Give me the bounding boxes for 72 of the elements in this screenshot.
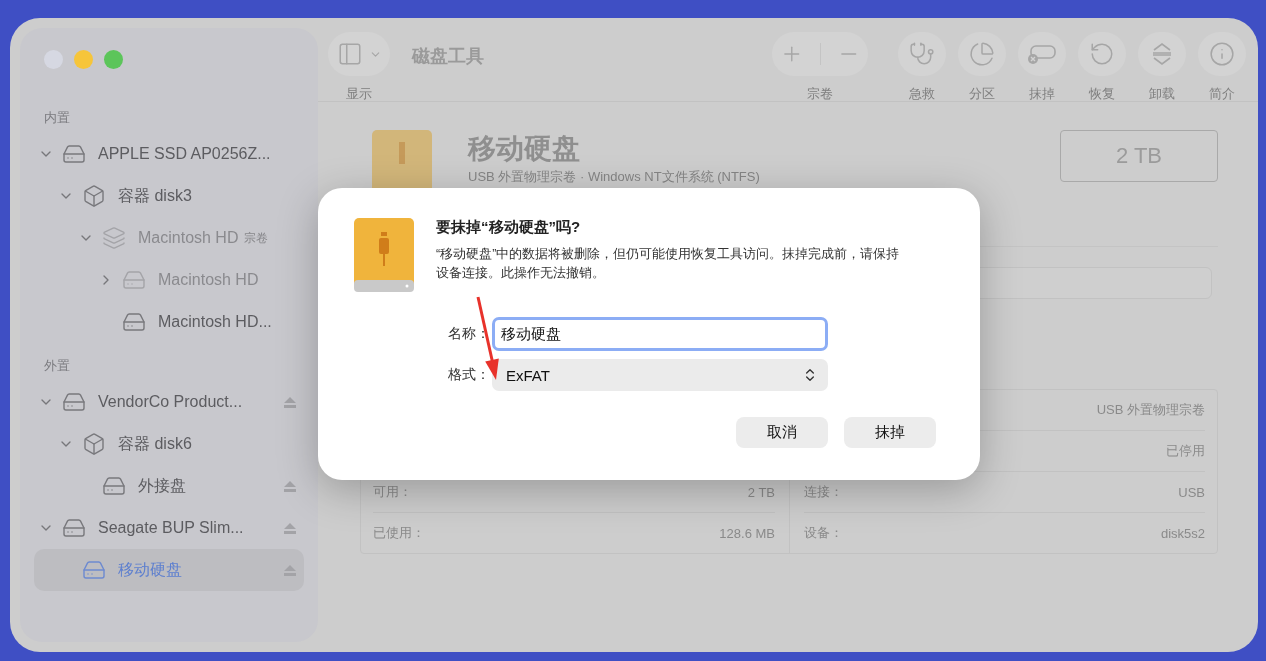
item-label: 容器 disk3 bbox=[118, 185, 192, 206]
minimize-window-button[interactable] bbox=[74, 50, 93, 69]
info-icon bbox=[1209, 41, 1235, 67]
sidebar-item[interactable]: 容器 disk3 bbox=[34, 175, 304, 217]
info-value: USB 外置物理宗卷 bbox=[1096, 401, 1205, 419]
toolbar-label: 抹掉 bbox=[1029, 85, 1055, 103]
field-label: 名称： bbox=[447, 325, 491, 343]
restore-icon bbox=[1089, 41, 1115, 67]
stethoscope-icon bbox=[909, 41, 935, 67]
sidebar-item[interactable]: VendorCo Product... bbox=[34, 381, 304, 423]
sidebar-item[interactable]: Macintosh HD 宗卷 bbox=[34, 217, 304, 259]
toolbar-button[interactable] bbox=[1198, 32, 1246, 76]
sidebar-item[interactable]: Seagate BUP Slim... bbox=[34, 507, 304, 549]
sidebar-item[interactable]: 外接盘 bbox=[34, 465, 304, 507]
toolbar-label: 恢复 bbox=[1089, 85, 1115, 103]
zoom-window-button[interactable] bbox=[104, 50, 123, 69]
external-drive-icon bbox=[354, 218, 414, 292]
format-select[interactable]: ExFAT bbox=[492, 359, 828, 391]
dialog-button[interactable]: 取消 bbox=[736, 417, 828, 448]
item-label: 外接盘 bbox=[138, 475, 186, 496]
drive-erase-icon bbox=[1027, 43, 1057, 65]
toolbar-label: 分区 bbox=[969, 85, 995, 103]
section-title: 内置 bbox=[43, 109, 71, 127]
view-button[interactable] bbox=[328, 32, 390, 76]
item-label: VendorCo Product... bbox=[98, 393, 243, 411]
toolbar-button[interactable] bbox=[1078, 32, 1126, 76]
volume-name: 移动硬盘 bbox=[468, 132, 581, 166]
info-label: 连接： bbox=[804, 483, 843, 501]
info-value: USB bbox=[1178, 484, 1205, 500]
eject-icon[interactable] bbox=[284, 522, 296, 534]
pie-chart-icon bbox=[969, 41, 995, 67]
info-value: 已停用 bbox=[1166, 442, 1205, 460]
toolbar-label: 卸载 bbox=[1149, 85, 1175, 103]
section-title: 外置 bbox=[43, 357, 71, 375]
item-label: APPLE SSD AP0256Z... bbox=[98, 145, 271, 163]
toolbar-button[interactable] bbox=[898, 32, 946, 76]
sidebar-item[interactable]: 容器 disk6 bbox=[34, 423, 304, 465]
sidebar-item[interactable]: APPLE SSD AP0256Z... bbox=[34, 133, 304, 175]
sidebar-item[interactable]: Macintosh HD... bbox=[34, 301, 304, 343]
info-label: 可用： bbox=[373, 483, 412, 501]
item-label: 移动硬盘 bbox=[118, 559, 182, 580]
item-label: Macintosh HD bbox=[158, 271, 259, 289]
sidebar-item[interactable]: 移动硬盘 bbox=[34, 549, 304, 591]
sidebar-item[interactable]: Macintosh HD bbox=[34, 259, 304, 301]
unmount-icon bbox=[1150, 41, 1174, 67]
item-tag: 宗卷 bbox=[244, 229, 269, 247]
eject-icon[interactable] bbox=[284, 396, 296, 408]
eject-icon[interactable] bbox=[284, 564, 296, 576]
sidebar-icon bbox=[336, 41, 363, 67]
toolbar-label: 急救 bbox=[909, 85, 935, 103]
info-value: 2 TB bbox=[747, 484, 775, 500]
item-label: Seagate BUP Slim... bbox=[98, 519, 244, 537]
field-label: 格式： bbox=[447, 366, 491, 384]
info-label: 已使用： bbox=[373, 524, 425, 542]
item-label: 容器 disk6 bbox=[118, 433, 192, 454]
info-value: 128.6 MB bbox=[719, 525, 775, 541]
toolbar-button[interactable] bbox=[958, 32, 1006, 76]
toolbar-button[interactable] bbox=[1018, 32, 1066, 76]
toolbar-label: 宗卷 bbox=[807, 85, 833, 103]
info-label: 设备： bbox=[804, 524, 843, 542]
item-label: Macintosh HD... bbox=[158, 313, 272, 331]
volume-subtitle: USB 外置物理宗卷 · Windows NT文件系统 (NTFS) bbox=[468, 168, 760, 186]
item-label: Macintosh HD bbox=[138, 229, 239, 247]
dialog-title: 要抹掉“移动硬盘”吗? bbox=[436, 218, 582, 237]
dialog-message: “移动硬盘”中的数据将被删除，但仍可能使用恢复工具访问。抹掉完成前，请保持设备连接。此操作无法撤销。 bbox=[436, 246, 901, 282]
toolbar-label: 显示 bbox=[346, 85, 372, 103]
name-field[interactable]: 移动硬盘 bbox=[492, 317, 828, 351]
toolbar-label: 简介 bbox=[1209, 85, 1235, 103]
dialog-button[interactable]: 抹掉 bbox=[844, 417, 936, 448]
eject-icon[interactable] bbox=[284, 480, 296, 492]
toolbar-button[interactable] bbox=[1138, 32, 1186, 76]
info-value: disk5s2 bbox=[1160, 525, 1205, 541]
